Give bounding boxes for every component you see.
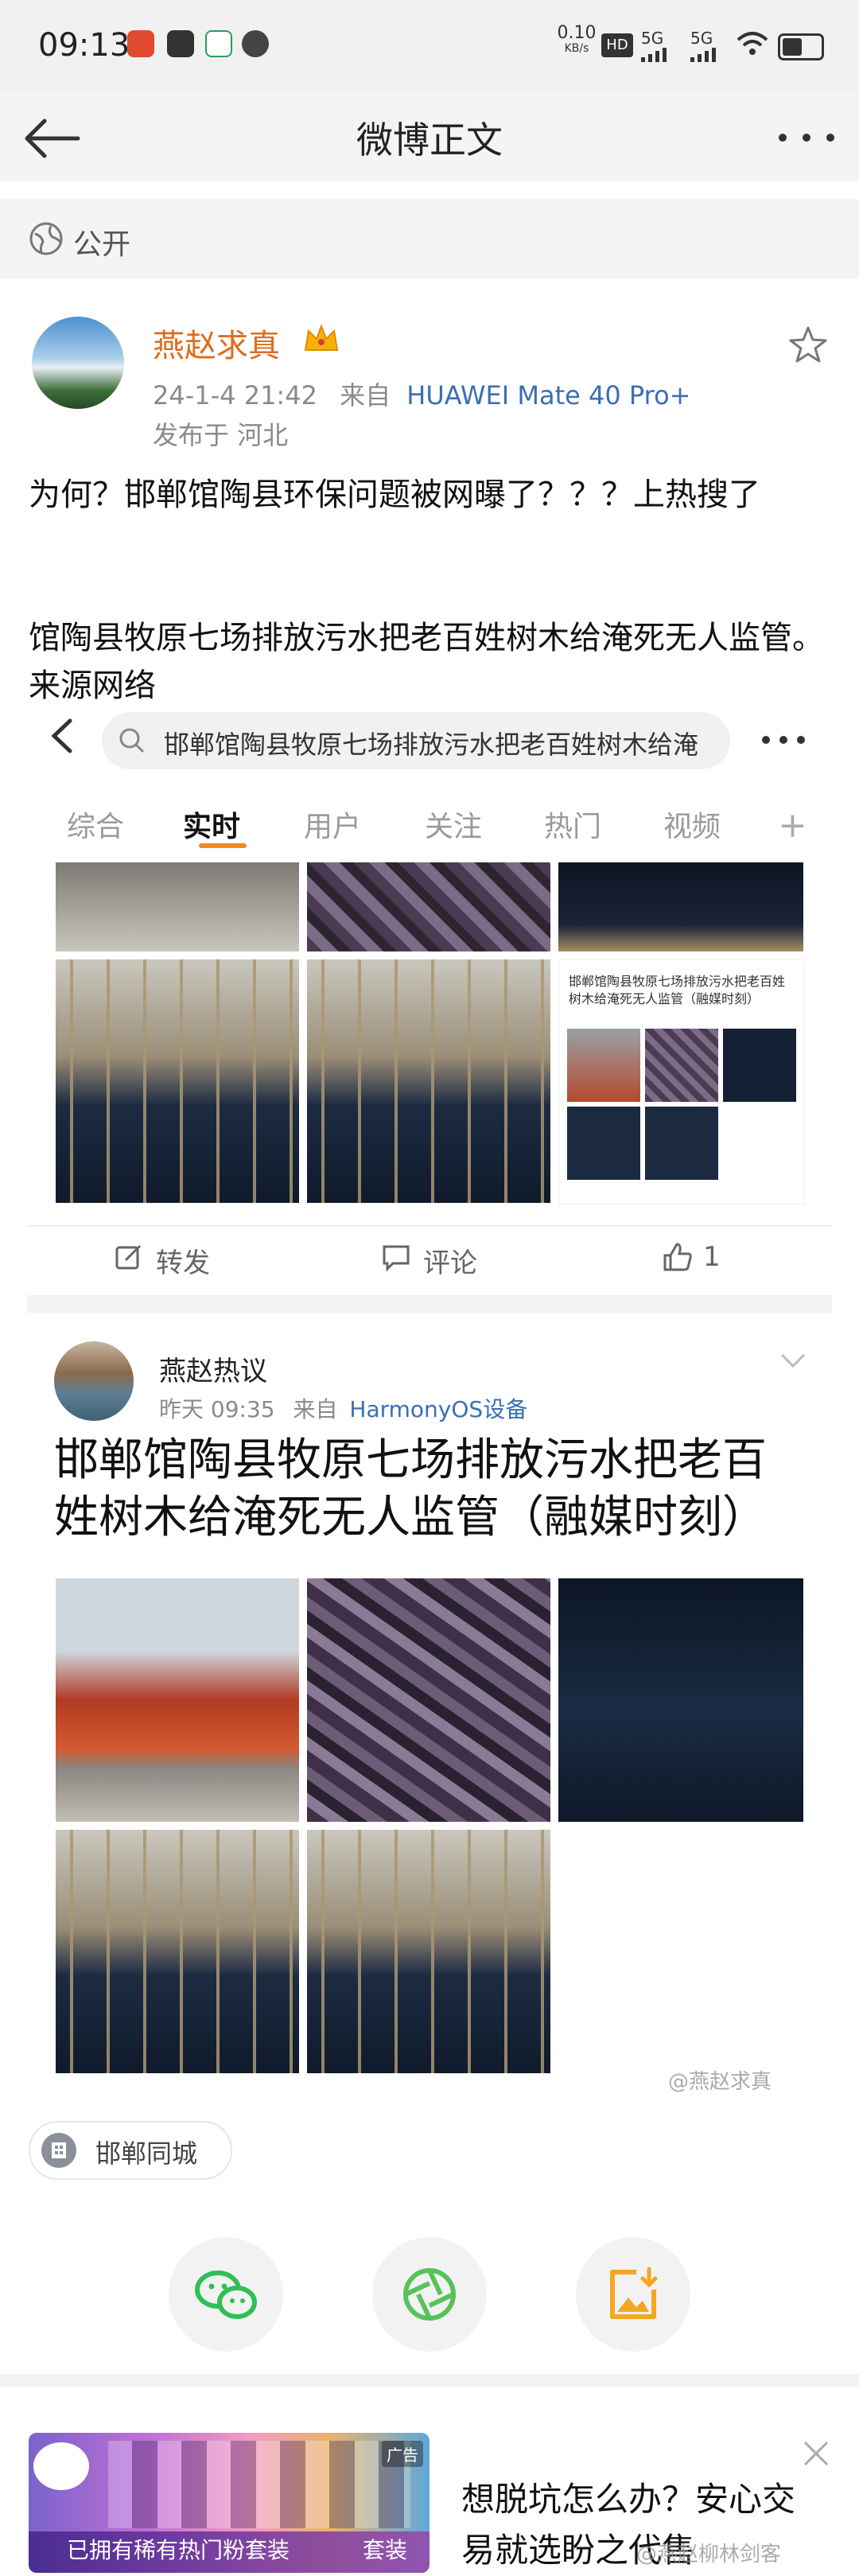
- embedded-more-icon: [760, 730, 807, 753]
- preview-thumb-5: [645, 1107, 718, 1180]
- photo-partial-2: [307, 862, 550, 951]
- card-from-label: 来自: [293, 1396, 338, 1422]
- card-photo-5: [307, 1830, 550, 2073]
- card-photo-2: [307, 1578, 550, 1822]
- card-photo-1: [56, 1578, 299, 1822]
- more-menu-icon[interactable]: [776, 126, 837, 150]
- post-text-2: 馆陶县牧原七场排放污水把老百姓树木给淹死无人监管。来源网络: [29, 620, 824, 704]
- panda-logo: [33, 2442, 89, 2490]
- photo-partial-1: [56, 862, 299, 951]
- ad-watermark: @燕赵柳林剑客: [636, 2543, 782, 2566]
- ad-corner-label: 广告: [382, 2441, 423, 2467]
- ad-banner[interactable]: 广告 已拥有稀有热门粉套装 套装: [29, 2433, 430, 2573]
- post-time: 24-1-4 21:42: [153, 380, 317, 411]
- ad-card[interactable]: 广告 已拥有稀有热门粉套装 套装 想脱坑怎么办？安心交易就选盼之代售 @燕赵柳林…: [0, 2387, 859, 2573]
- card-meta: 昨天 09:35 来自 HarmonyOS设备: [159, 1392, 527, 1424]
- post-text-1: 为何？邯郸馆陶县环保问题被网曝了？？？上热搜了: [29, 477, 760, 513]
- embedded-add-tab-icon: +: [778, 805, 807, 846]
- building-icon: [41, 2133, 76, 2168]
- signal-5g-1: 5G: [641, 29, 664, 48]
- nav-bar: 微博正文: [0, 94, 859, 181]
- card-watermark: @燕赵求真: [668, 2070, 772, 2094]
- embedded-search-icon: [118, 726, 146, 758]
- ad-close-icon[interactable]: [802, 2439, 830, 2471]
- embedded-separator: [27, 1295, 832, 1313]
- embedded-tab-1: 实时: [183, 811, 241, 843]
- save-image-icon: [610, 2267, 658, 2319]
- card-device: HarmonyOS设备: [349, 1396, 528, 1422]
- wifi-icon: [737, 30, 768, 60]
- crown-badge-icon: [302, 321, 340, 360]
- post-meta: 24-1-4 21:42 来自 HUAWEI Mate 40 Pro+: [153, 376, 690, 412]
- from-label: 来自: [340, 380, 391, 411]
- embedded-search-box: 邯郸馆陶县牧原七场排放污水把老百姓树木给淹: [102, 712, 730, 769]
- author-name[interactable]: 燕赵求真: [153, 320, 280, 366]
- photo-trees-2: [307, 959, 550, 1203]
- embedded-tab-4: 热门: [544, 811, 602, 843]
- repost-icon: [115, 1243, 143, 1274]
- embedded-divider: [27, 1225, 832, 1227]
- preview-thumb-3: [723, 1029, 796, 1102]
- favorite-star-icon[interactable]: [787, 325, 829, 369]
- embedded-tab-3: 关注: [425, 811, 483, 843]
- preview-caption: 邯郸馆陶县牧原七场排放污水把老百姓树木给淹死无人监管（融媒时刻）: [569, 974, 786, 1006]
- hd-icon: HD: [601, 33, 633, 57]
- visibility-bar: 公开: [0, 199, 859, 278]
- card-author-name: 燕赵热议: [159, 1356, 267, 1387]
- topic-tag-label: 邯郸同城: [95, 2138, 198, 2169]
- translate-notification-icon: [205, 30, 232, 57]
- preview-card: 邯郸馆陶县牧原七场排放污水把老百姓树木给淹死无人监管（融媒时刻）: [558, 959, 805, 1204]
- ad-banner-text: 已拥有稀有热门粉套装: [67, 2537, 290, 2563]
- ad-characters: [108, 2441, 410, 2528]
- topic-tag[interactable]: 邯郸同城: [29, 2121, 232, 2180]
- signal-bars-icon-1: [641, 46, 673, 65]
- wechat-icon: [195, 2271, 257, 2319]
- card-author-avatar: [54, 1341, 134, 1421]
- photo-trees-1: [56, 959, 299, 1203]
- like-count: 1: [703, 1241, 721, 1273]
- embedded-tab-underline: [199, 843, 247, 848]
- net-speed-value: 0.10: [557, 23, 597, 43]
- message-notification-icon: [167, 30, 194, 57]
- signal-5g-2: 5G: [690, 29, 713, 48]
- card-chevron-down-icon: [779, 1352, 807, 1373]
- preview-thumb-4: [567, 1107, 640, 1180]
- embedded-back-icon: [46, 716, 78, 759]
- preview-thumb-1: [567, 1029, 640, 1102]
- globe-icon: [29, 221, 64, 259]
- card-title: 邯郸馆陶县牧原七场排放污水把老百姓树木给淹死无人监管（融媒时刻）: [54, 1434, 767, 1543]
- embedded-tab-5: 视频: [663, 811, 721, 843]
- photo-partial-3: [558, 862, 803, 951]
- like-icon: [662, 1241, 694, 1276]
- embedded-search-text: 邯郸馆陶县牧原七场排放污水把老百姓树木给淹: [164, 730, 699, 760]
- comment-label: 评论: [423, 1247, 477, 1279]
- card-photo-3: [558, 1578, 803, 1822]
- net-speed-unit: KB/s: [564, 42, 589, 56]
- card-time: 昨天 09:35: [159, 1396, 275, 1422]
- status-time: 09:13: [38, 27, 130, 64]
- post-device[interactable]: HUAWEI Mate 40 Pro+: [406, 380, 690, 411]
- visibility-label: 公开: [73, 228, 131, 261]
- embedded-tab-2: 用户: [304, 811, 362, 843]
- moments-icon: [403, 2268, 456, 2321]
- page-title: 微博正文: [356, 119, 503, 161]
- repost-label: 转发: [156, 1247, 210, 1279]
- app-notification-icon: [242, 30, 269, 57]
- ad-banner-suffix: 套装: [363, 2537, 408, 2563]
- embedded-tab-0: 综合: [67, 811, 125, 843]
- comment-icon: [382, 1244, 410, 1274]
- section-separator: [0, 2374, 859, 2387]
- post-location: 发布于 河北: [153, 420, 289, 450]
- save-image-button[interactable]: [576, 2237, 690, 2352]
- weibo-notification-icon: [127, 30, 154, 57]
- card-photo-4: [56, 1830, 299, 2073]
- net-speed: 0.10 KB/s: [557, 23, 597, 56]
- preview-thumb-2: [645, 1029, 718, 1102]
- signal-bars-icon-2: [690, 46, 722, 65]
- author-avatar[interactable]: [32, 317, 124, 409]
- status-bar: 09:13 0.10 KB/s HD 5G 5G: [0, 0, 859, 94]
- battery-icon: [778, 33, 824, 60]
- share-wechat-button[interactable]: [169, 2237, 283, 2352]
- share-moments-button[interactable]: [372, 2237, 487, 2352]
